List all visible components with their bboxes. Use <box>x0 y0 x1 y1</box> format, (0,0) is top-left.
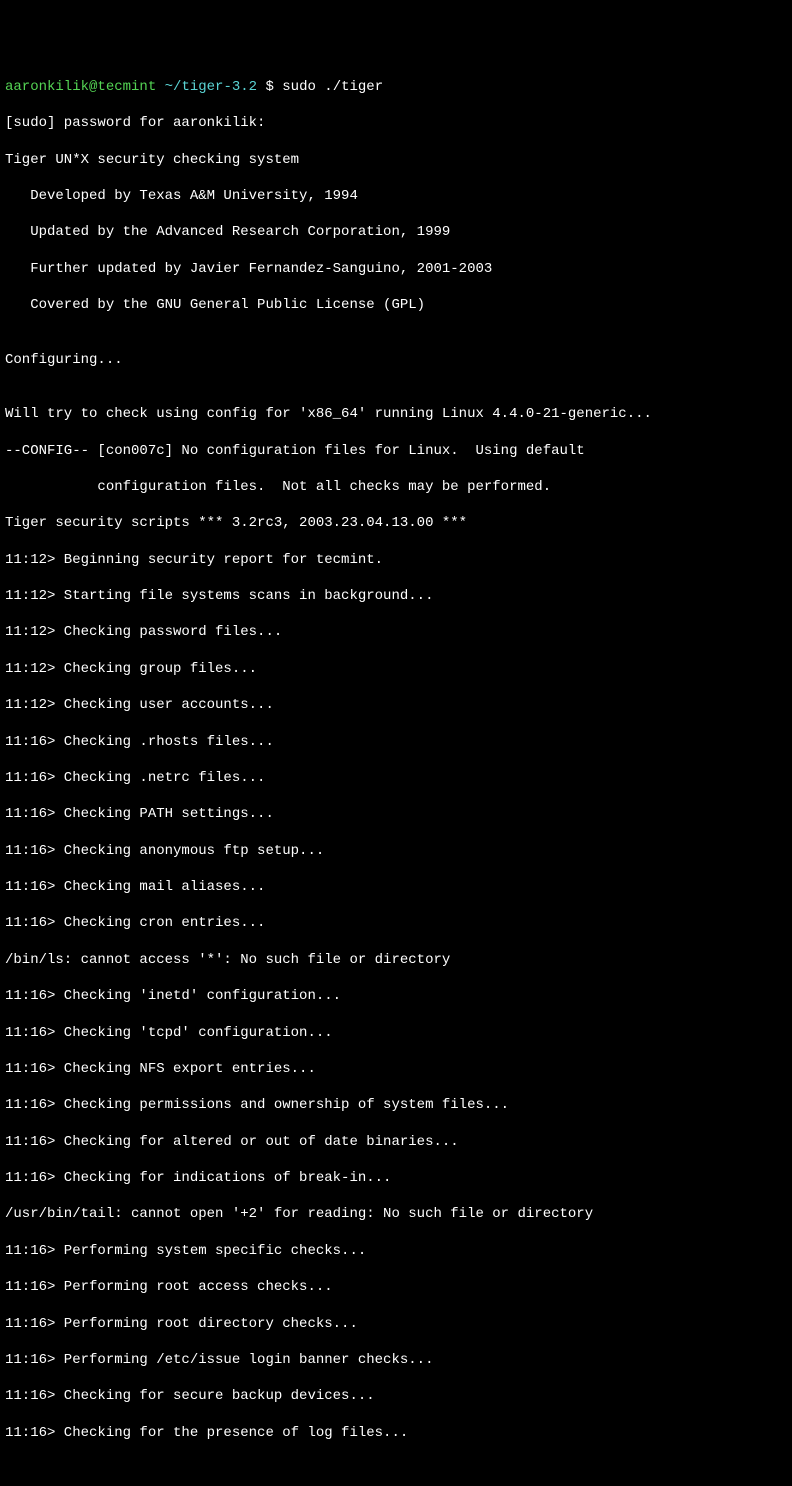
terminal-line: configuration files. Not all checks may … <box>5 478 787 496</box>
terminal-line: 11:16> Performing /etc/issue login banne… <box>5 1351 787 1369</box>
terminal-line: 11:12> Checking group files... <box>5 660 787 678</box>
terminal-line: Tiger UN*X security checking system <box>5 151 787 169</box>
terminal-line: Configuring... <box>5 351 787 369</box>
terminal-line: 11:16> Checking for altered or out of da… <box>5 1133 787 1151</box>
terminal-line: 11:16> Checking 'tcpd' configuration... <box>5 1024 787 1042</box>
terminal-line: 11:16> Performing root access checks... <box>5 1278 787 1296</box>
terminal-line: 11:16> Checking for indications of break… <box>5 1169 787 1187</box>
terminal-line: 11:16> Checking .rhosts files... <box>5 733 787 751</box>
terminal-line: 11:12> Beginning security report for tec… <box>5 551 787 569</box>
terminal-line: /usr/bin/tail: cannot open '+2' for read… <box>5 1205 787 1223</box>
terminal-line: 11:16> Performing system specific checks… <box>5 1242 787 1260</box>
terminal-line: /bin/ls: cannot access '*': No such file… <box>5 951 787 969</box>
terminal-line: 11:12> Starting file systems scans in ba… <box>5 587 787 605</box>
terminal-line: [sudo] password for aaronkilik: <box>5 114 787 132</box>
terminal-line: 11:16> Checking for secure backup device… <box>5 1387 787 1405</box>
prompt-path: ~/tiger-3.2 <box>165 79 257 95</box>
terminal-line: 11:12> Checking password files... <box>5 623 787 641</box>
terminal-line: 11:16> Checking .netrc files... <box>5 769 787 787</box>
prompt-line: aaronkilik@tecmint ~/tiger-3.2 $ sudo ./… <box>5 78 787 96</box>
terminal-line: 11:16> Checking permissions and ownershi… <box>5 1096 787 1114</box>
terminal-line: 11:16> Checking anonymous ftp setup... <box>5 842 787 860</box>
terminal-line: 11:16> Checking 'inetd' configuration... <box>5 987 787 1005</box>
command-input[interactable]: sudo ./tiger <box>282 79 383 95</box>
terminal-line: 11:16> Checking NFS export entries... <box>5 1060 787 1078</box>
terminal-line: Covered by the GNU General Public Licens… <box>5 296 787 314</box>
terminal-line: 11:16> Performing root directory checks.… <box>5 1315 787 1333</box>
terminal-line: Further updated by Javier Fernandez-Sang… <box>5 260 787 278</box>
terminal-line: 11:16> Checking mail aliases... <box>5 878 787 896</box>
terminal-line: Tiger security scripts *** 3.2rc3, 2003.… <box>5 514 787 532</box>
terminal-line: Developed by Texas A&M University, 1994 <box>5 187 787 205</box>
terminal-line: --CONFIG-- [con007c] No configuration fi… <box>5 442 787 460</box>
prompt-user: aaronkilik@tecmint <box>5 79 156 95</box>
terminal-line: 11:16> Checking PATH settings... <box>5 805 787 823</box>
prompt-dollar: $ <box>257 79 282 95</box>
terminal-line: Will try to check using config for 'x86_… <box>5 405 787 423</box>
terminal-line: 11:12> Checking user accounts... <box>5 696 787 714</box>
terminal-line: 11:16> Checking cron entries... <box>5 914 787 932</box>
terminal-line: 11:16> Checking for the presence of log … <box>5 1424 787 1442</box>
terminal-line: Updated by the Advanced Research Corpora… <box>5 223 787 241</box>
